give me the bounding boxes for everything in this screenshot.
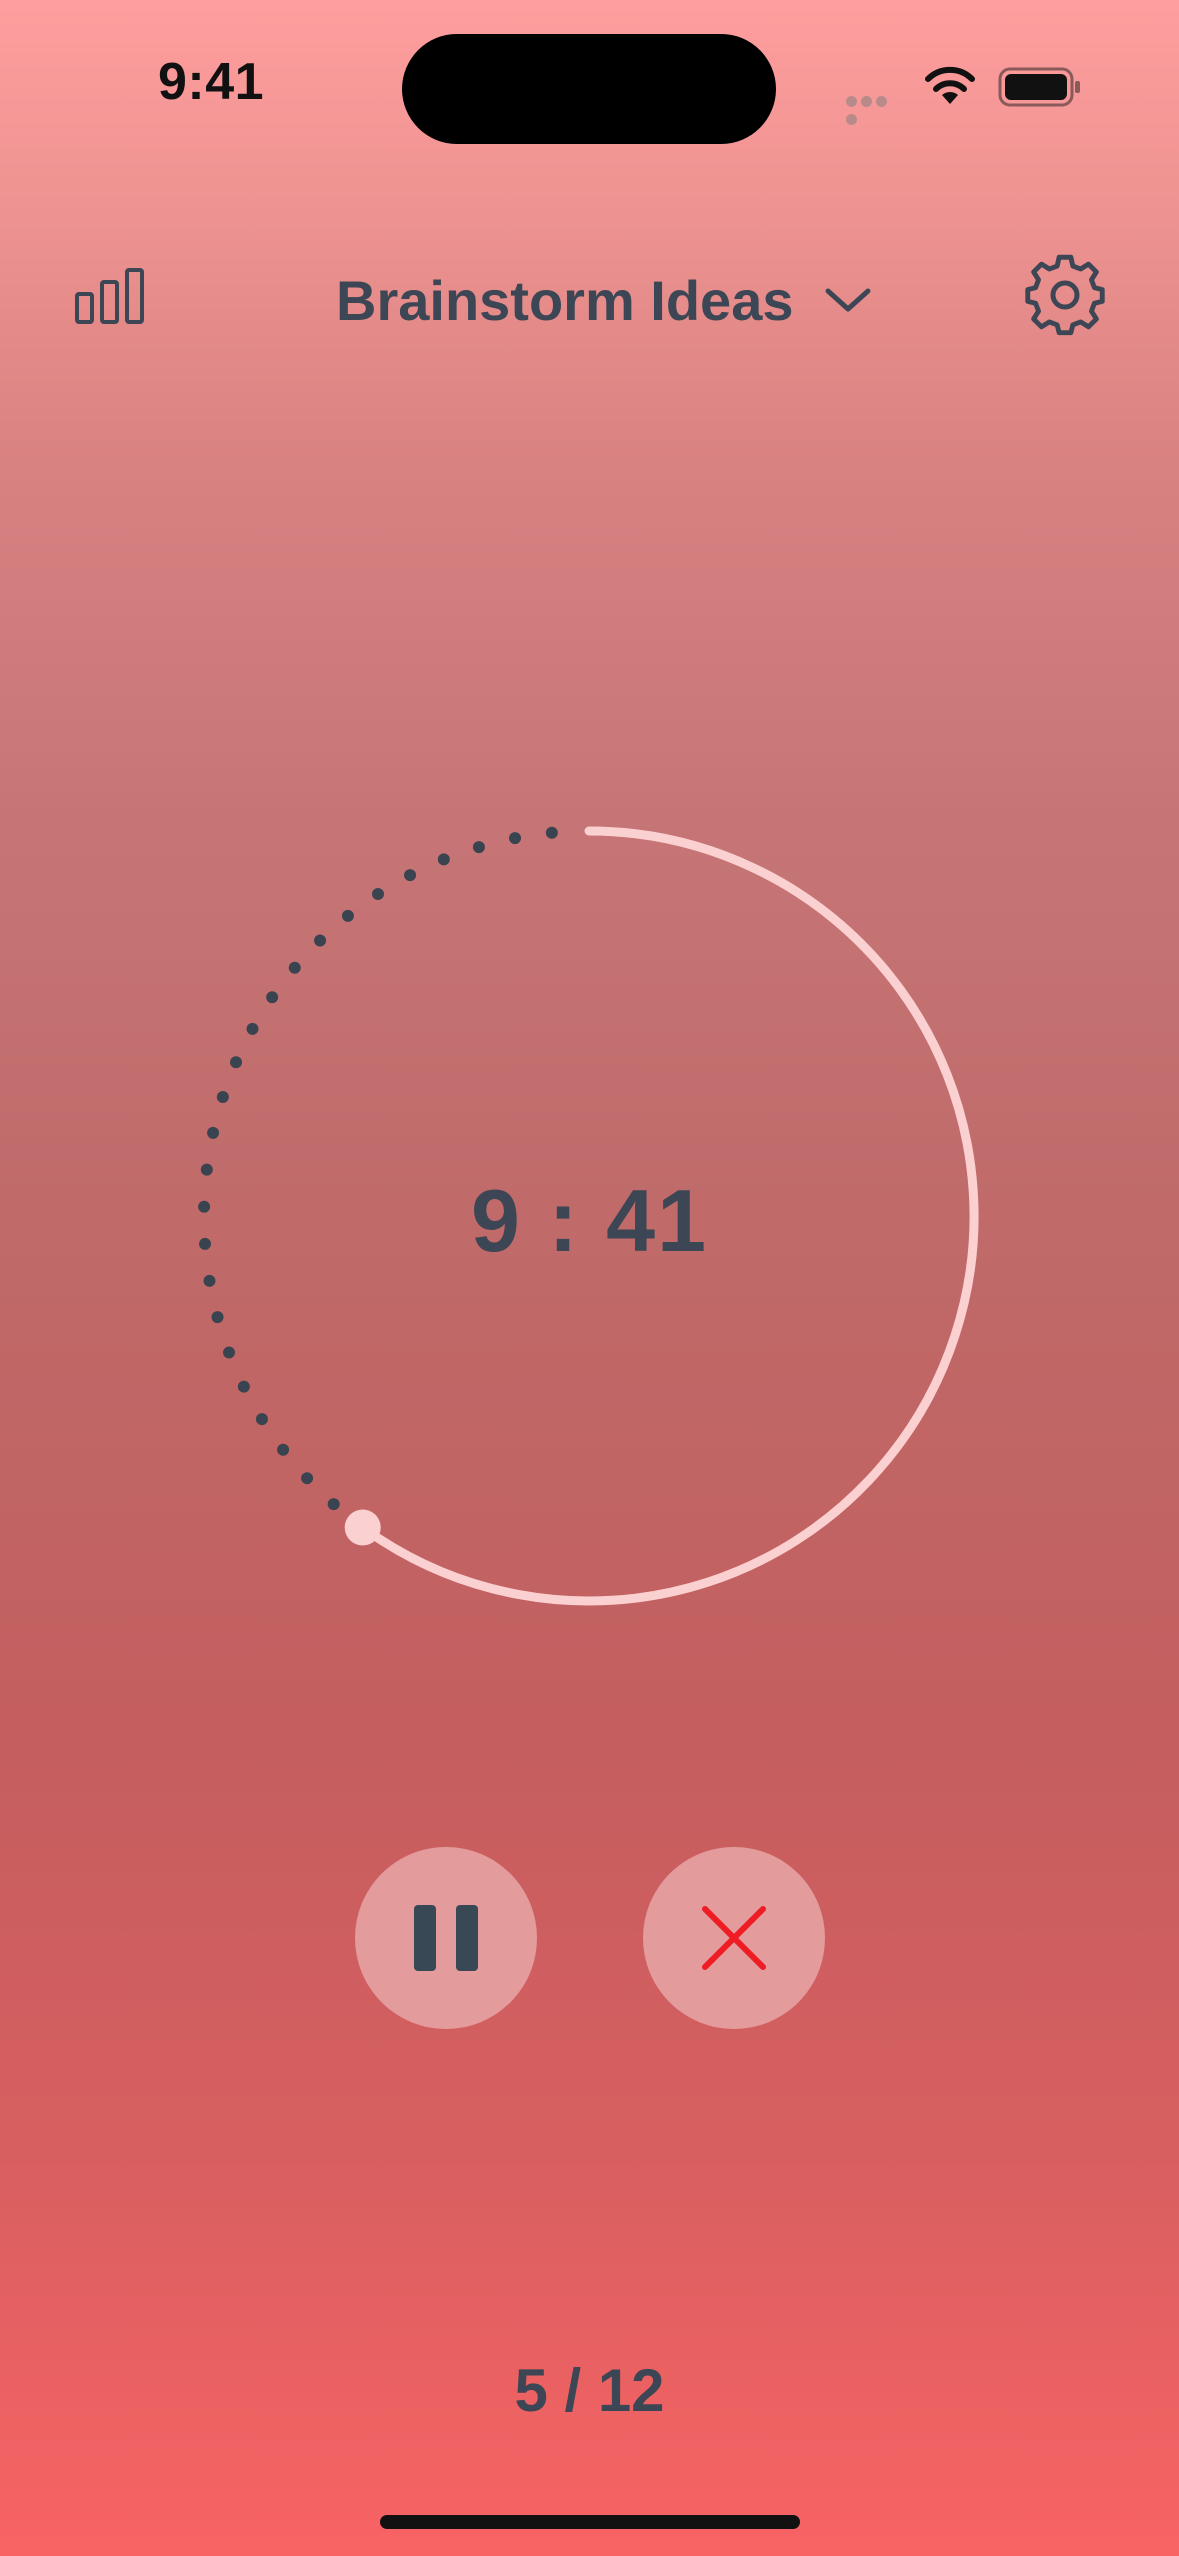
remaining-dot xyxy=(246,1022,259,1035)
close-icon xyxy=(702,1906,766,1970)
wifi-icon xyxy=(925,66,975,104)
remaining-dot xyxy=(341,909,354,922)
remaining-dot xyxy=(237,1380,250,1393)
remaining-dot xyxy=(372,887,385,900)
remaining-dot xyxy=(216,1091,229,1104)
timer-ring: 9 : 41 xyxy=(0,800,1179,1640)
remaining-dot xyxy=(545,826,558,839)
dynamic-island xyxy=(402,34,776,144)
gear-icon[interactable] xyxy=(1024,254,1106,336)
remaining-dot xyxy=(314,934,327,947)
remaining-dot xyxy=(203,1274,216,1287)
remaining-dot xyxy=(327,1498,340,1511)
remaining-dot xyxy=(207,1126,220,1139)
timer-display: 9 : 41 xyxy=(470,1171,709,1270)
remaining-dot xyxy=(230,1056,243,1069)
remaining-dot xyxy=(223,1346,236,1359)
battery-icon xyxy=(998,67,1080,107)
stop-button[interactable] xyxy=(643,1847,825,2029)
cellular-signal-icon xyxy=(846,94,904,125)
header: Brainstorm Ideas xyxy=(0,230,1179,360)
remaining-dot xyxy=(266,991,279,1004)
status-bar: 9:41 xyxy=(0,0,1179,170)
home-indicator xyxy=(380,2515,800,2529)
remaining-dot xyxy=(301,1472,314,1485)
remaining-dot xyxy=(277,1443,290,1456)
remaining-dot xyxy=(255,1413,268,1426)
progress-handle xyxy=(344,1509,381,1546)
chevron-down-icon xyxy=(825,288,870,312)
remaining-dot xyxy=(404,869,417,882)
remaining-dot xyxy=(288,961,301,974)
task-selector-dropdown[interactable]: Brainstorm Ideas xyxy=(336,260,872,340)
bar-chart-icon[interactable] xyxy=(74,266,154,326)
remaining-time-dots xyxy=(198,826,558,1511)
pause-icon xyxy=(414,1905,478,1971)
remaining-dot xyxy=(437,853,450,866)
remaining-dot xyxy=(472,841,485,854)
pause-button[interactable] xyxy=(355,1847,537,2029)
task-title: Brainstorm Ideas xyxy=(336,268,794,332)
session-counter: 5 / 12 xyxy=(514,2357,665,2424)
status-time: 9:41 xyxy=(158,53,265,111)
remaining-dot xyxy=(211,1311,224,1324)
remaining-dot xyxy=(509,832,522,845)
